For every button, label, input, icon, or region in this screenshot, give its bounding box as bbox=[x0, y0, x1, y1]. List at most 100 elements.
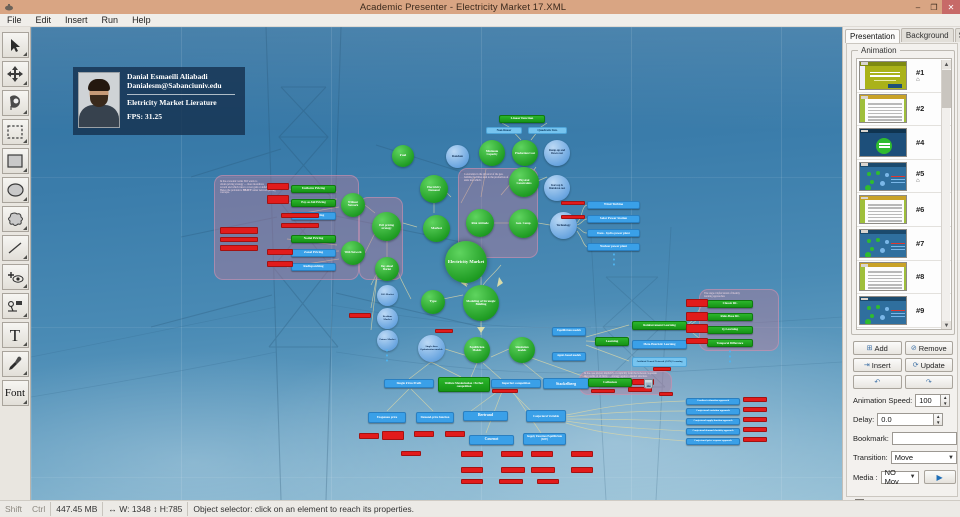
animation-speed-input[interactable]: 100 bbox=[915, 394, 942, 407]
menu-item-file[interactable]: File bbox=[0, 15, 29, 25]
menu-item-edit[interactable]: Edit bbox=[29, 15, 59, 25]
scroll-thumb[interactable] bbox=[942, 70, 951, 108]
animation-thumbnail-preview[interactable] bbox=[859, 60, 907, 90]
citation-tag[interactable] bbox=[686, 312, 708, 321]
citation-tag[interactable] bbox=[414, 431, 434, 437]
mindmap-node-sfe[interactable]: Supply Function Equilibrium (SFE) bbox=[523, 433, 566, 445]
citation-tag[interactable] bbox=[382, 431, 404, 440]
mindmap-node-demand_price[interactable]: Demand-price function bbox=[416, 412, 454, 423]
mindmap-node-conjectural_variable[interactable]: Conjectural Variable bbox=[526, 410, 566, 422]
mindmap-node-reinforcement_learning[interactable]: Reinforcement Learning bbox=[632, 321, 687, 330]
citation-tag[interactable] bbox=[267, 183, 289, 190]
add-view-tool[interactable] bbox=[1, 264, 29, 290]
citation-tag[interactable] bbox=[501, 467, 525, 473]
citation-tag[interactable] bbox=[267, 261, 293, 267]
citation-tag[interactable] bbox=[501, 451, 523, 457]
update-button[interactable]: ⟳ Update bbox=[904, 358, 953, 372]
citation-tag[interactable] bbox=[445, 431, 465, 437]
citation-tag[interactable] bbox=[561, 215, 585, 219]
mindmap-node-gradient_approach[interactable]: Gradient estimation approach bbox=[686, 398, 740, 405]
citation-tag[interactable] bbox=[743, 417, 767, 422]
mindmap-node-q_learning[interactable]: Q-Learning bbox=[707, 326, 753, 334]
mindmap-node-electricity_demand[interactable]: Electricity Demand bbox=[420, 175, 448, 203]
delay-input[interactable]: 0.0 bbox=[877, 413, 935, 426]
mindmap-node-without_network[interactable]: Without Network bbox=[341, 193, 365, 217]
line-tool[interactable] bbox=[1, 235, 29, 261]
mindmap-node-type[interactable]: Type bbox=[421, 290, 445, 314]
mindmap-node-with_network[interactable]: With Network bbox=[341, 241, 365, 265]
citation-tag[interactable] bbox=[220, 237, 258, 242]
mindmap-node-ann_learning[interactable]: Artificial Neural Network (ANN) Learning bbox=[632, 357, 687, 367]
citation-tag[interactable] bbox=[571, 451, 593, 457]
citation-tag[interactable] bbox=[743, 427, 767, 432]
citation-tag[interactable] bbox=[743, 397, 767, 402]
animation-thumbnail-item[interactable]: #4 bbox=[857, 126, 951, 160]
mindmap-node-single_firm_profit[interactable]: Single Firm Profit bbox=[384, 379, 434, 388]
animation-thumbnail-item[interactable]: #8 bbox=[857, 261, 951, 295]
animation-thumbnail-item[interactable]: #2 bbox=[857, 93, 951, 127]
mindmap-node-rule_base_rl[interactable]: Rule-Base RL bbox=[707, 313, 753, 321]
mindmap-node-simulation_models[interactable]: Simulation models bbox=[509, 337, 535, 363]
mindmap-node-zonal_pricing[interactable]: Zonal Pricing bbox=[291, 249, 336, 257]
delay-stepper[interactable]: ▲ ▼ bbox=[934, 413, 944, 426]
select-arrow-tool[interactable] bbox=[1, 32, 29, 58]
mindmap-node-equilibrium_models[interactable]: Equilibrium Models bbox=[464, 337, 490, 363]
mindmap-node-quadratic_fun[interactable]: Quadratic fun. bbox=[528, 127, 567, 134]
citation-tag[interactable] bbox=[461, 479, 483, 484]
animation-thumbnail-preview[interactable] bbox=[859, 295, 907, 325]
citation-tag[interactable] bbox=[743, 407, 767, 412]
eyedropper-tool[interactable] bbox=[1, 351, 29, 377]
citation-tag[interactable] bbox=[659, 392, 673, 396]
undo-button[interactable]: ↶ bbox=[853, 375, 902, 389]
mindmap-node-temporal_difference[interactable]: Temporal Difference bbox=[707, 339, 753, 347]
presentation-canvas[interactable]: In the economic terms ISO wants to obtain… bbox=[31, 27, 842, 500]
camera-path-tool[interactable] bbox=[1, 293, 29, 319]
mindmap-node-risk_attitude[interactable]: Risk Attitude bbox=[466, 209, 494, 237]
animation-thumbnail-preview[interactable] bbox=[859, 161, 907, 191]
media-marker-icon[interactable] bbox=[644, 379, 653, 389]
animation-thumbnail-item[interactable]: #9 bbox=[857, 294, 951, 328]
animation-thumbnail-item[interactable]: #1 ⌂ bbox=[857, 59, 951, 93]
transition-select[interactable]: Move ▼ bbox=[890, 451, 957, 464]
mindmap-node-cournot[interactable]: Cournot bbox=[469, 435, 514, 445]
mindmap-node-agent_based[interactable]: Agent-based models bbox=[552, 352, 586, 361]
mindmap-node-meta_heuristic[interactable]: Meta-Heuristic Learning bbox=[632, 340, 687, 349]
citation-tag[interactable] bbox=[653, 367, 671, 371]
mindmap-node-gen_comp[interactable]: Gen. Comp. bbox=[509, 209, 538, 238]
citation-tag[interactable] bbox=[743, 437, 767, 442]
citation-tag[interactable] bbox=[537, 479, 559, 484]
citation-tag[interactable] bbox=[267, 249, 293, 255]
mindmap-node-pay_as_bid[interactable]: Pay-as-bid Pricing bbox=[291, 199, 336, 207]
insert-button[interactable]: ⇥ Insert bbox=[853, 358, 902, 372]
citation-tag[interactable] bbox=[591, 389, 615, 393]
animation-speed-stepper[interactable]: ▲ ▼ bbox=[941, 394, 951, 407]
pan-hand-tool[interactable] bbox=[1, 90, 29, 116]
mindmap-node-conj_supply_function[interactable]: Conjectural supply function approach bbox=[686, 418, 740, 425]
mindmap-node-linear_function[interactable]: Linear function bbox=[499, 115, 545, 123]
mindmap-node-conjectural_variation[interactable]: Conjectural variation approach bbox=[686, 408, 740, 415]
citation-tag[interactable] bbox=[281, 223, 319, 228]
animation-thumbnail-preview[interactable] bbox=[859, 262, 907, 292]
mindmap-node-welfare_max[interactable]: Welfare Maximization / Perfect competiti… bbox=[438, 377, 490, 392]
animation-thumbnail-preview[interactable] bbox=[859, 94, 907, 124]
tab-s[interactable]: S bbox=[954, 28, 960, 42]
add-button[interactable]: ⊞ Add bbox=[853, 341, 902, 355]
citation-tag[interactable] bbox=[461, 467, 483, 473]
citation-tag[interactable] bbox=[359, 433, 379, 439]
mindmap-node-fuel[interactable]: Fuel bbox=[392, 145, 414, 167]
mindmap-node-iso_pricing[interactable]: ISO pricing strategy bbox=[372, 212, 401, 241]
citation-tag[interactable] bbox=[499, 479, 523, 484]
mindmap-node-ramp_cost[interactable]: Ramp-up and Down cost bbox=[544, 140, 570, 166]
move-tool[interactable] bbox=[1, 61, 29, 87]
mindmap-node-random[interactable]: Random bbox=[446, 145, 469, 168]
mindmap-node-nuclear_power[interactable]: Nuclear power plant bbox=[587, 243, 640, 251]
mindmap-node-electricity-market[interactable]: Electricity Market bbox=[445, 241, 487, 283]
animation-thumbnail-list[interactable]: #1 ⌂ #2 #4 #5 ⌂ #6 #7 #8 #9 ▲ ▼ bbox=[856, 58, 952, 330]
citation-tag[interactable] bbox=[349, 313, 371, 318]
mindmap-node-exogenous_price[interactable]: Exogenous price bbox=[368, 412, 406, 423]
citation-tag[interactable] bbox=[492, 389, 518, 393]
mindmap-node-startup_cost[interactable]: Start-up & Shutdown cost bbox=[544, 175, 570, 201]
menu-item-help[interactable]: Help bbox=[125, 15, 158, 25]
mindmap-node-equilibrium_module[interactable]: Equilibrium models bbox=[552, 327, 586, 336]
close-button[interactable]: ✕ bbox=[942, 0, 960, 14]
